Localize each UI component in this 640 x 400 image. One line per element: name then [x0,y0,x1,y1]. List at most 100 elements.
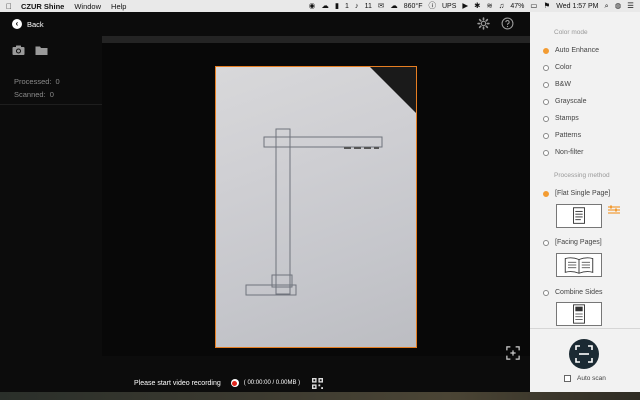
radio[interactable] [543,115,549,122]
color-mode-color[interactable]: Color [543,64,572,71]
cloud-tray-icon[interactable]: ☁ [321,0,329,12]
page-corner-shadow [369,67,416,114]
menu-help[interactable]: Help [111,2,126,11]
search-icon[interactable]: ⌕ [605,0,609,12]
option-label: [Facing Pages] [555,239,602,246]
bluetooth-icon[interactable]: ✱ [474,0,480,12]
auto-scan-checkbox[interactable] [564,375,571,382]
left-divider [0,104,102,105]
back-label: Back [27,19,44,29]
processed-value: 0 [55,77,60,86]
flat-single-page-thumbnail[interactable] [556,204,602,228]
option-label: Grayscale [555,98,587,105]
preview-top-bar [102,36,530,43]
tray-ups: UPS [441,2,457,10]
siri-icon[interactable]: ◍ [615,0,622,12]
auto-scan-label: Auto scan [577,375,606,382]
color-mode-stamps[interactable]: Stamps [543,115,579,122]
option-label: B&W [555,81,571,88]
camera-icon[interactable] [12,44,25,56]
radio[interactable] [543,64,549,71]
top-bar: ‹ Back [0,12,530,36]
color-mode-auto-enhance[interactable]: Auto Enhance [543,47,599,54]
settings-divider [530,328,640,329]
record-icon [232,380,238,386]
option-label: Auto Enhance [555,47,599,54]
method-facing-pages[interactable]: [Facing Pages] [543,239,602,246]
qr-code-icon[interactable] [312,377,324,389]
radio[interactable] [543,239,549,246]
status-bar: Please start video recording ( 00:00:00 … [102,374,530,392]
method-combine-sides[interactable]: Combine Sides [543,289,602,296]
color-mode-bw[interactable]: B&W [543,81,571,88]
settings-panel: Color mode Auto Enhance Color B&W Graysc… [530,12,640,392]
back-arrow-icon: ‹ [12,19,22,29]
bell-tray-icon[interactable]: ♪ [355,0,359,12]
battery-tray-icon[interactable]: ▮ [335,0,339,12]
scan-button[interactable] [569,339,599,369]
desktop-background [0,392,640,400]
adjust-sliders-icon[interactable] [608,205,620,215]
option-label: [Flat Single Page] [555,190,611,197]
menu-tray: ◉ ☁ ▮ 1 ♪ 11 ✉ ☁ 860°F ⓘ UPS ▶ ✱ ≋ ♫ 47%… [309,0,634,12]
scanned-label: Scanned: [14,90,46,99]
cloud2-tray-icon[interactable]: ☁ [390,0,398,12]
battery-icon[interactable]: ▭ [530,0,537,12]
left-icons [12,44,48,56]
scanned-stat: Scanned: 0 [14,90,54,99]
combine-sides-icon [573,304,585,324]
document-crop-area[interactable] [215,66,417,348]
menu-app-name[interactable]: CZUR Shine [21,2,64,11]
option-label: Combine Sides [555,289,603,296]
radio[interactable] [543,132,549,139]
radio[interactable] [543,98,549,105]
gear-icon[interactable] [477,17,490,30]
radio[interactable] [543,289,549,296]
radio[interactable] [543,81,549,88]
processed-label: Processed: [14,77,52,86]
tray-count-11: 11 [364,2,372,10]
status-message: Please start video recording [134,379,221,387]
fullscreen-icon[interactable] [506,346,520,360]
left-panel: Processed: 0 Scanned: 0 [0,36,102,392]
app-window: ‹ Back Processed: 0 Scanned: 0 Please st… [0,12,530,392]
color-mode-title: Color mode [554,29,588,36]
facing-pages-thumbnail[interactable] [556,253,602,277]
auto-scan-toggle[interactable]: Auto scan [564,375,606,382]
radio[interactable] [543,149,549,156]
apple-icon[interactable]:  [6,2,12,11]
radio-selected[interactable] [543,47,549,54]
help-icon[interactable] [501,17,514,30]
record-tray-icon[interactable]: ◉ [309,0,316,12]
single-page-icon [573,207,585,224]
scan-preview[interactable] [102,36,530,360]
menu-bar:  CZUR Shine Window Help ◉ ☁ ▮ 1 ♪ 11 ✉ … [0,0,640,12]
option-label: Non-filter [555,149,584,156]
info-tray-icon[interactable]: ⓘ [428,0,436,12]
color-mode-grayscale[interactable]: Grayscale [543,98,587,105]
scanned-value: 0 [49,90,54,99]
clock[interactable]: Wed 1:57 PM [556,3,598,10]
combine-sides-thumbnail[interactable] [556,302,602,326]
back-button[interactable]: ‹ Back [12,19,44,29]
radio-selected[interactable] [543,190,549,197]
option-label: Color [555,64,572,71]
notification-center-icon[interactable]: ☰ [627,0,634,12]
recording-time: ( 00:00:00 / 0.00MB ) [243,380,301,386]
wifi-icon[interactable]: ≋ [486,0,492,12]
battery-percent: 47% [510,2,525,10]
method-flat-single-page[interactable]: [Flat Single Page] [543,190,610,197]
folder-icon[interactable] [35,44,48,56]
menu-window[interactable]: Window [74,2,101,11]
chat-tray-icon[interactable]: ✉ [378,0,384,12]
color-mode-non-filter[interactable]: Non-filter [543,149,583,156]
color-mode-patterns[interactable]: Patterns [543,132,581,139]
flag-icon[interactable]: ⚑ [544,0,551,12]
tray-count-1: 1 [344,2,349,10]
volume-icon[interactable]: ♫ [499,0,505,12]
scan-icon [575,345,593,363]
option-label: Stamps [555,115,579,122]
play-tray-icon[interactable]: ▶ [462,0,468,12]
open-book-icon [564,257,594,274]
record-button[interactable] [230,379,239,387]
